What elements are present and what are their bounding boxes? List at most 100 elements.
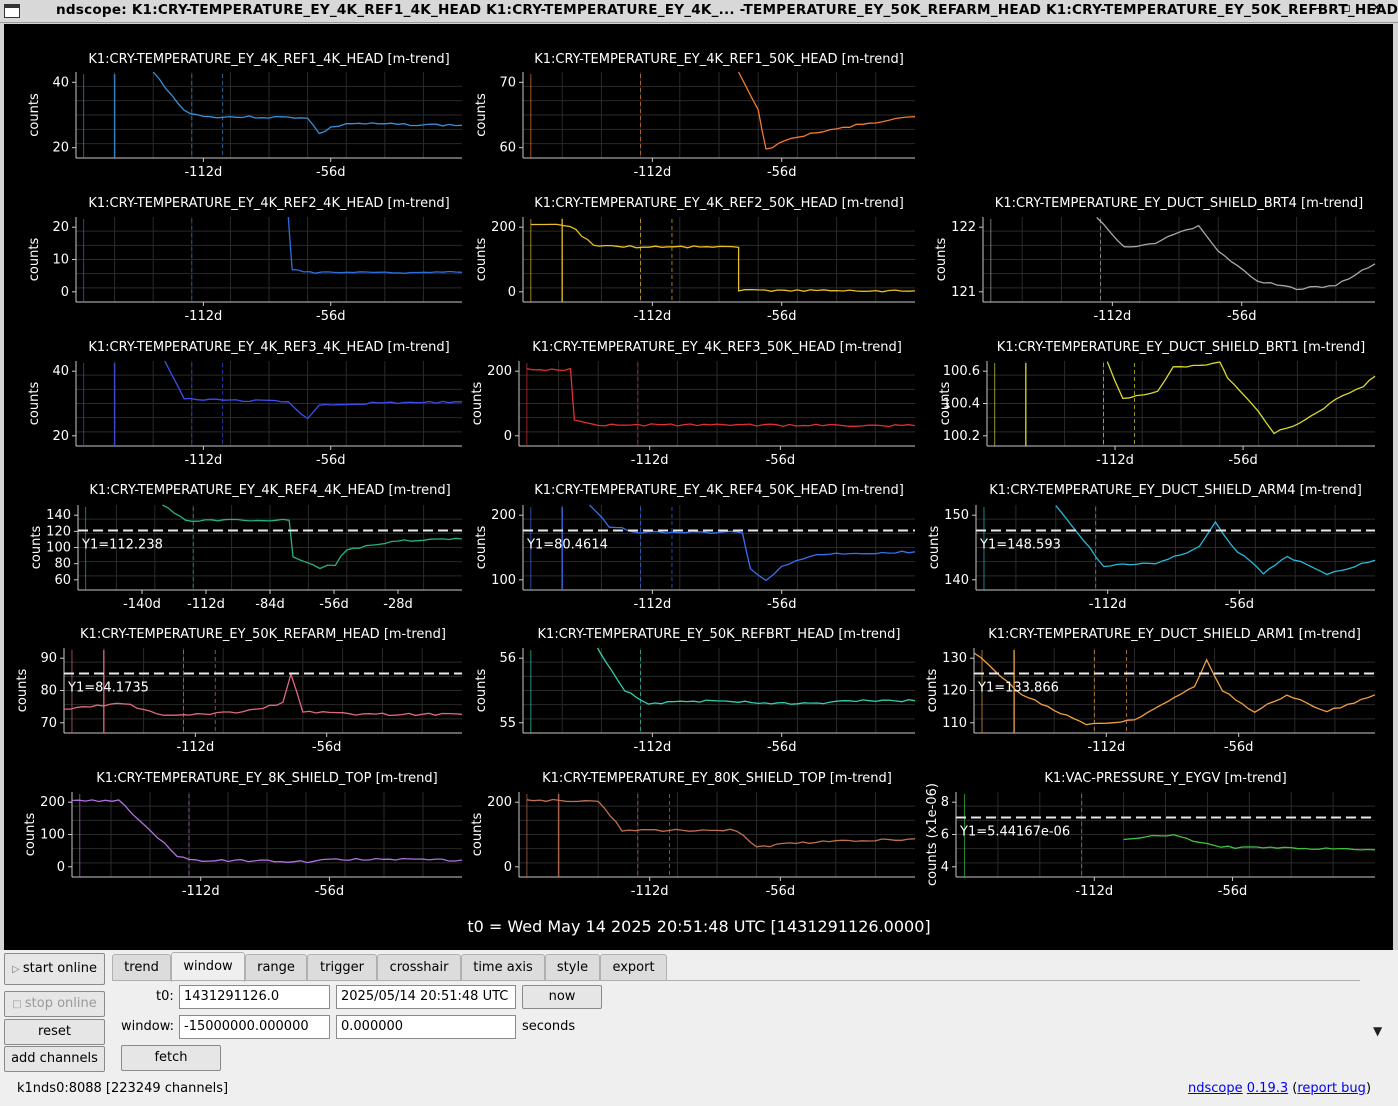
- tab-export[interactable]: export: [600, 954, 667, 980]
- y-tick-label: 150: [944, 508, 969, 523]
- plot-title: K1:CRY-TEMPERATURE_EY_4K_REF1_4K_HEAD [m…: [88, 52, 449, 67]
- x-tick-label: -56d: [767, 309, 797, 324]
- y-tick-label: 20: [52, 141, 69, 156]
- plot-18[interactable]: K1:VAC-PRESSURE_Y_EYGV [m-trend] 8 6 4 -112d…: [925, 771, 1376, 899]
- y-tick-label: 70: [499, 75, 516, 90]
- y-tick-label: 100.6: [943, 364, 980, 379]
- plot-6[interactable]: K1:CRY-TEMPERATURE_EY_DUCT_SHIELD_BRT4 […: [934, 196, 1376, 324]
- y-tick-label: 4: [941, 860, 949, 875]
- tab-crosshair[interactable]: crosshair: [377, 954, 461, 980]
- plot-title: K1:CRY-TEMPERATURE_EY_50K_REFARM_HEAD [m…: [80, 627, 446, 642]
- plot-9[interactable]: K1:CRY-TEMPERATURE_EY_DUCT_SHIELD_BRT1 […: [938, 340, 1376, 468]
- plot-13[interactable]: K1:CRY-TEMPERATURE_EY_50K_REFARM_HEAD [m…: [15, 627, 463, 755]
- plot-title: K1:CRY-TEMPERATURE_EY_DUCT_SHIELD_ARM1 […: [988, 627, 1361, 642]
- fetch-button[interactable]: fetch: [121, 1045, 221, 1071]
- window-start-input[interactable]: -15000000.000000: [179, 1015, 330, 1039]
- trace: [1106, 361, 1376, 435]
- tab-trend[interactable]: trend: [112, 954, 171, 980]
- plot-8[interactable]: K1:CRY-TEMPERATURE_EY_4K_REF3_50K_HEAD […: [470, 340, 916, 468]
- seconds-label: seconds: [522, 1019, 576, 1034]
- x-tick-label: -56d: [319, 597, 349, 612]
- y-tick-label: 0: [508, 285, 516, 300]
- y-axis-label: counts: [27, 238, 42, 282]
- plot-16[interactable]: K1:CRY-TEMPERATURE_EY_8K_SHIELD_TOP [m-t…: [23, 771, 463, 899]
- y-tick-label: 122: [951, 220, 976, 235]
- trace: [589, 504, 916, 582]
- window-menu-icon[interactable]: [4, 4, 20, 18]
- tab-time-axis[interactable]: time axis: [461, 954, 545, 980]
- trace: [738, 71, 916, 150]
- x-tick-label: -56d: [1218, 884, 1248, 899]
- window-end-input[interactable]: 0.000000: [336, 1015, 516, 1039]
- plot-10[interactable]: K1:CRY-TEMPERATURE_EY_4K_REF4_4K_HEAD [m…: [29, 483, 463, 612]
- x-tick-label: -56d: [316, 453, 346, 468]
- version-link[interactable]: 0.19.3: [1247, 1081, 1288, 1096]
- plot-14[interactable]: K1:CRY-TEMPERATURE_EY_50K_REFBRT_HEAD [m…: [474, 627, 916, 755]
- x-tick-label: -112d: [633, 309, 671, 324]
- plot-7[interactable]: K1:CRY-TEMPERATURE_EY_4K_REF3_4K_HEAD [m…: [27, 340, 462, 468]
- now-button[interactable]: now: [522, 985, 602, 1009]
- x-tick-label: -56d: [1225, 597, 1255, 612]
- t0-readout: t0 = Wed May 14 2025 20:51:48 UTC [14312…: [467, 917, 930, 936]
- y-axis-label: counts: [474, 526, 489, 570]
- y-tick-label: 40: [52, 75, 69, 90]
- plot-title: K1:VAC-PRESSURE_Y_EYGV [m-trend]: [1044, 771, 1286, 786]
- y-tick-label: 200: [487, 795, 512, 810]
- x-tick-label: -56d: [767, 597, 797, 612]
- plot-15[interactable]: K1:CRY-TEMPERATURE_EY_DUCT_SHIELD_ARM1 […: [925, 627, 1376, 755]
- x-tick-label: -140d: [123, 597, 161, 612]
- y-tick-label: 0: [61, 285, 69, 300]
- plot-title: K1:CRY-TEMPERATURE_EY_4K_REF3_50K_HEAD […: [532, 340, 902, 355]
- y-axis-label: counts: [934, 238, 949, 282]
- y-tick-label: 70: [40, 716, 57, 731]
- x-tick-label: -56d: [312, 740, 342, 755]
- x-tick-label: -112d: [633, 597, 671, 612]
- y-tick-label: 0: [504, 429, 512, 444]
- x-tick-label: -112d: [182, 884, 220, 899]
- plot-1[interactable]: K1:CRY-TEMPERATURE_EY_4K_REF1_4K_HEAD [m…: [27, 52, 463, 180]
- plot-title: K1:CRY-TEMPERATURE_EY_4K_REF2_50K_HEAD […: [534, 196, 904, 211]
- plot-title: K1:CRY-TEMPERATURE_EY_4K_REF3_4K_HEAD [m…: [88, 340, 449, 355]
- tab-trigger[interactable]: trigger: [307, 954, 377, 980]
- y-tick-label: 60: [499, 141, 516, 156]
- y-axis-label: counts: [29, 526, 44, 570]
- t0-gps-input[interactable]: 1431291126.0: [179, 985, 330, 1009]
- plot-2[interactable]: K1:CRY-TEMPERATURE_EY_4K_REF1_50K_HEAD […: [474, 52, 916, 180]
- server-status: k1nds0:8088 [223249 channels]: [17, 1081, 229, 1096]
- y-cursor-label: Y1=84.1735: [67, 681, 149, 696]
- y-cursor-label: Y1=80.4614: [526, 538, 608, 553]
- y-cursor-label: Y1=5.44167e-06: [959, 825, 1070, 840]
- stop-online-button[interactable]: □ stop online: [4, 991, 105, 1017]
- window-controls[interactable]: – ▫ ✕: [1316, 1, 1390, 16]
- plots-canvas[interactable]: K1:CRY-TEMPERATURE_EY_4K_REF1_4K_HEAD [m…: [4, 24, 1393, 950]
- tab-style[interactable]: style: [545, 954, 600, 980]
- report-bug-link[interactable]: report bug: [1297, 1081, 1366, 1096]
- t0-utc-input[interactable]: 2025/05/14 20:51:48 UTC: [336, 985, 516, 1009]
- y-tick-label: 6: [941, 828, 949, 843]
- add-channels-button[interactable]: add channels: [4, 1046, 105, 1072]
- ndscope-link[interactable]: ndscope: [1188, 1081, 1243, 1096]
- y-tick-label: 200: [40, 795, 65, 810]
- plot-12[interactable]: K1:CRY-TEMPERATURE_EY_DUCT_SHIELD_ARM4 […: [927, 483, 1376, 612]
- y-axis-label: counts: [27, 93, 42, 137]
- x-tick-label: -112d: [184, 309, 222, 324]
- reset-button[interactable]: reset: [4, 1019, 105, 1045]
- plot-11[interactable]: K1:CRY-TEMPERATURE_EY_4K_REF4_50K_HEAD […: [474, 483, 916, 612]
- plot-5[interactable]: K1:CRY-TEMPERATURE_EY_4K_REF2_50K_HEAD […: [474, 196, 916, 324]
- plot-17[interactable]: K1:CRY-TEMPERATURE_EY_80K_SHIELD_TOP [m-…: [470, 771, 916, 899]
- y-axis-label: counts: [27, 382, 42, 426]
- plot-title: K1:CRY-TEMPERATURE_EY_DUCT_SHIELD_BRT4 […: [995, 196, 1363, 211]
- stop-icon: □: [12, 999, 25, 1010]
- tab-range[interactable]: range: [245, 954, 307, 980]
- plot-4[interactable]: K1:CRY-TEMPERATURE_EY_4K_REF2_4K_HEAD [m…: [27, 196, 463, 324]
- plot-title: K1:CRY-TEMPERATURE_EY_4K_REF2_4K_HEAD [m…: [88, 196, 449, 211]
- trace: [162, 504, 463, 570]
- tab-window[interactable]: window: [171, 952, 245, 982]
- collapse-triangle-icon[interactable]: ▼: [1373, 1024, 1382, 1038]
- start-online-button[interactable]: ▷ start online: [4, 953, 105, 985]
- y-tick-label: 8: [941, 795, 949, 810]
- x-tick-label: -112d: [631, 453, 669, 468]
- x-tick-label: -56d: [767, 165, 797, 180]
- window-label: window:: [121, 1019, 174, 1034]
- y-tick-label: 20: [52, 429, 69, 444]
